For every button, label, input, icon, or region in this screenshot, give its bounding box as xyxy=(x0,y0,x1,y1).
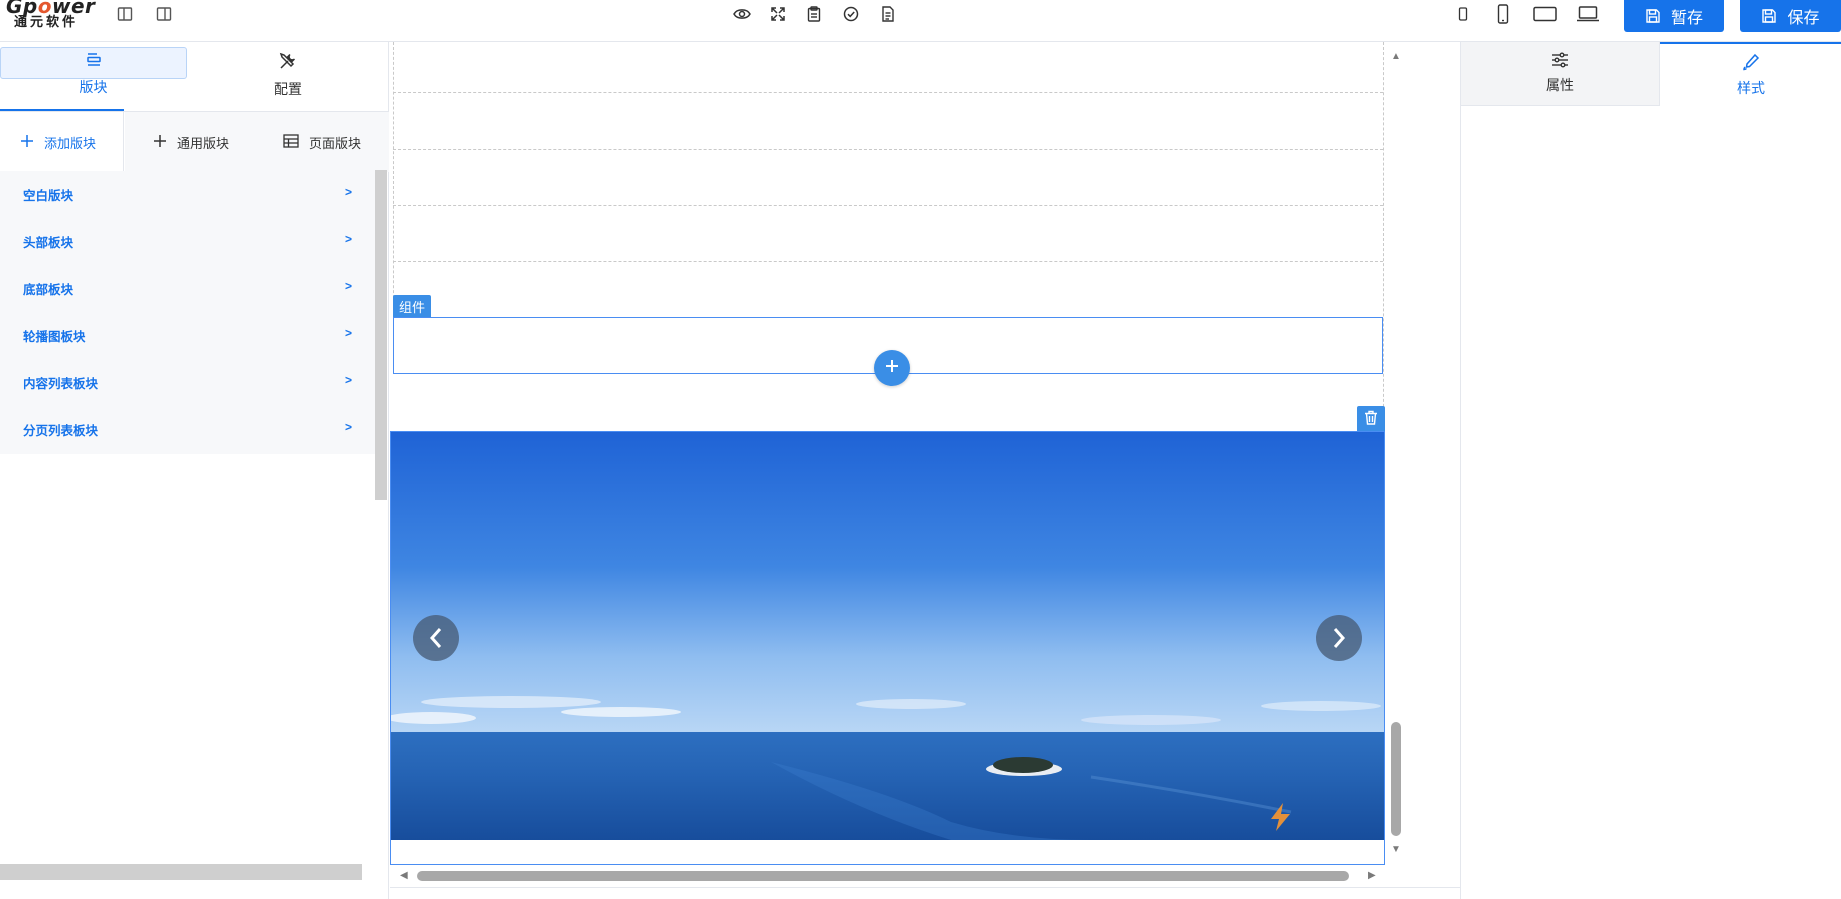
add-component-button[interactable] xyxy=(874,350,910,386)
guide-line xyxy=(1383,42,1384,432)
guide-line xyxy=(393,92,1383,93)
scroll-up-icon[interactable]: ▲ xyxy=(1391,52,1401,62)
list-item-carousel-block[interactable]: 轮播图板块 > xyxy=(0,312,375,359)
carousel-image xyxy=(391,432,1384,840)
list-item-content-list-block[interactable]: 内容列表板块 > xyxy=(0,359,375,406)
divider xyxy=(390,887,1460,888)
plus-icon xyxy=(884,358,900,379)
mobile-icon[interactable] xyxy=(1495,0,1511,28)
mobile-small-icon[interactable] xyxy=(1456,0,1470,28)
scroll-right-icon[interactable]: ▶ xyxy=(1368,871,1376,881)
chevron-right-icon xyxy=(1332,627,1346,649)
save-button[interactable]: 保存 xyxy=(1740,0,1841,32)
subtab-page-block[interactable]: 页面版块 xyxy=(257,112,389,172)
brush-icon xyxy=(1742,53,1760,74)
app-logo: Gpower 通元软件 xyxy=(6,0,96,30)
chevron-right-icon: > xyxy=(344,373,352,387)
carousel-prev-button[interactable] xyxy=(413,615,459,661)
panel-left-icon[interactable] xyxy=(116,0,134,28)
subtab-common-block[interactable]: 通用版块 xyxy=(125,112,257,172)
table-icon xyxy=(283,133,299,151)
guide-line xyxy=(393,149,1383,150)
chevron-right-icon: > xyxy=(344,420,352,434)
carousel-next-button[interactable] xyxy=(1316,615,1362,661)
tab-style[interactable]: 样式 xyxy=(1660,42,1841,106)
list-item-paged-list-block[interactable]: 分页列表板块 > xyxy=(0,406,375,453)
blocks-icon xyxy=(85,52,103,71)
tab-blocks[interactable]: 版块 xyxy=(0,42,187,111)
laptop-icon[interactable] xyxy=(1575,0,1601,28)
subtab-add-block[interactable]: 添加版块 xyxy=(0,112,124,172)
eye-preview-icon[interactable] xyxy=(732,0,752,28)
plus-icon xyxy=(20,134,34,151)
list-item-blank-block[interactable]: 空白版块 > xyxy=(0,171,375,218)
tablet-icon[interactable] xyxy=(1533,0,1557,28)
left-panel-vertical-scrollbar[interactable] xyxy=(375,170,387,500)
block-category-list: 空白版块 > 头部板块 > 底部板块 > 轮播图板块 > 内容列表板块 > 分页… xyxy=(0,171,375,454)
fullscreen-icon[interactable] xyxy=(769,0,787,28)
guide-line xyxy=(393,261,1383,262)
canvas-vertical-scroll-thumb[interactable] xyxy=(1391,722,1401,836)
left-panel-horizontal-scrollbar[interactable] xyxy=(0,864,362,880)
list-item-header-block[interactable]: 头部板块 > xyxy=(0,218,375,265)
save-disk-icon xyxy=(1761,8,1777,24)
scroll-left-icon[interactable]: ◀ xyxy=(400,871,408,881)
chevron-right-icon: > xyxy=(344,279,352,293)
chevron-right-icon: > xyxy=(344,326,352,340)
plus-icon xyxy=(153,134,167,151)
guide-line xyxy=(393,205,1383,206)
top-toolbar: Gpower 通元软件 暂存 保存 xyxy=(0,0,1841,42)
clipboard-icon[interactable] xyxy=(805,0,823,28)
save-disk-icon xyxy=(1645,8,1661,24)
tab-config[interactable]: 配置 xyxy=(187,42,389,111)
guide-line xyxy=(393,42,394,318)
chevron-right-icon: > xyxy=(344,185,352,199)
carousel-block[interactable] xyxy=(390,431,1385,865)
canvas-horizontal-scroll-thumb[interactable] xyxy=(417,871,1349,881)
chevron-left-icon xyxy=(429,627,443,649)
tab-properties[interactable]: 属性 xyxy=(1461,42,1660,106)
draft-save-button[interactable]: 暂存 xyxy=(1624,0,1724,32)
delete-block-button[interactable] xyxy=(1357,406,1385,434)
check-circle-icon[interactable] xyxy=(842,0,860,28)
list-item-footer-block[interactable]: 底部板块 > xyxy=(0,265,375,312)
left-panel-subtabs: 添加版块 通用版块 页面版块 xyxy=(0,111,389,172)
panel-right-icon[interactable] xyxy=(155,0,173,28)
tools-icon xyxy=(279,52,297,73)
document-icon[interactable] xyxy=(879,0,897,28)
lightning-icon xyxy=(1268,802,1294,832)
left-panel: 版块 配置 添加版块 通用版块 页面版块 空白版块 > 头部板块 > 底部板块 … xyxy=(0,42,389,899)
component-tag[interactable]: 组件 xyxy=(393,295,432,317)
sliders-icon xyxy=(1551,52,1569,71)
scroll-down-icon[interactable]: ▼ xyxy=(1391,845,1401,855)
left-panel-tabs: 版块 配置 xyxy=(0,42,389,111)
right-panel: 属性 样式 xyxy=(1460,42,1841,899)
chevron-right-icon: > xyxy=(344,232,352,246)
trash-icon xyxy=(1364,410,1378,430)
editor-canvas: 组件 ▲ ▼ ◀ ▶ xyxy=(390,42,1460,899)
